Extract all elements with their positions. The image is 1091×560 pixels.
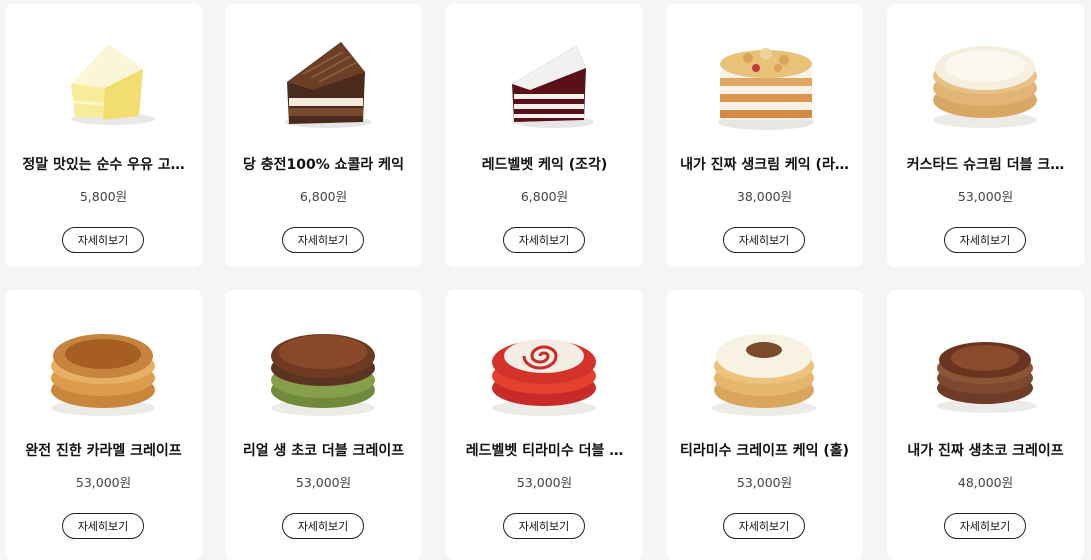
details-button[interactable]: 자세히보기 bbox=[62, 513, 144, 539]
product-name[interactable]: 리얼 생 초코 더블 크레이프 bbox=[235, 440, 412, 460]
details-button[interactable]: 자세히보기 bbox=[723, 227, 805, 253]
product-price: 53,000원 bbox=[516, 475, 573, 490]
red-velvet-tiramisu-crepe-image[interactable] bbox=[484, 310, 604, 422]
product-price: 53,000원 bbox=[736, 475, 793, 490]
product-name[interactable]: 당 충전100% 쇼콜라 케익 bbox=[235, 154, 412, 174]
chocolate-cake-slice-image[interactable] bbox=[263, 24, 383, 136]
product-price: 6,800원 bbox=[299, 189, 348, 204]
product-card[interactable]: 레드벨벳 티라미수 더블 … 53,000원 자세히보기 bbox=[446, 290, 643, 560]
product-card[interactable]: 티라미수 크레이프 케익 (홀) 53,000원 자세히보기 bbox=[666, 290, 863, 560]
choco-crepe-cake-image[interactable] bbox=[925, 310, 1045, 422]
product-card[interactable]: 완전 진한 카라멜 크레이프 53,000원 자세히보기 bbox=[5, 290, 202, 560]
product-card[interactable]: 당 충전100% 쇼콜라 케익 6,800원 자세히보기 bbox=[225, 4, 422, 267]
product-name[interactable]: 커스타드 슈크림 더블 크… bbox=[897, 154, 1074, 174]
cream-crumble-cake-image[interactable] bbox=[704, 24, 824, 136]
details-button[interactable]: 자세히보기 bbox=[503, 227, 585, 253]
product-grid: 정말 맛있는 순수 우유 고… 5,800원 자세히보기 당 충전100% 쇼콜… bbox=[0, 0, 1091, 560]
details-button[interactable]: 자세히보기 bbox=[944, 513, 1026, 539]
product-name[interactable]: 레드벨벳 케익 (조각) bbox=[456, 154, 633, 174]
product-card[interactable]: 커스타드 슈크림 더블 크… 53,000원 자세히보기 bbox=[887, 4, 1084, 267]
product-price: 38,000원 bbox=[736, 189, 793, 204]
details-button[interactable]: 자세히보기 bbox=[282, 513, 364, 539]
product-name[interactable]: 내가 진짜 생크림 케익 (라… bbox=[676, 154, 853, 174]
product-name[interactable]: 완전 진한 카라멜 크레이프 bbox=[15, 440, 192, 460]
custard-crepe-cake-image[interactable] bbox=[925, 24, 1045, 136]
details-button[interactable]: 자세히보기 bbox=[282, 227, 364, 253]
details-button[interactable]: 자세히보기 bbox=[723, 513, 805, 539]
product-name[interactable]: 레드벨벳 티라미수 더블 … bbox=[456, 440, 633, 460]
product-price: 53,000원 bbox=[75, 475, 132, 490]
red-velvet-slice-image[interactable] bbox=[484, 24, 604, 136]
product-price: 5,800원 bbox=[79, 189, 128, 204]
product-name[interactable]: 정말 맛있는 순수 우유 고… bbox=[15, 154, 192, 174]
product-price: 48,000원 bbox=[957, 475, 1014, 490]
product-name[interactable]: 티라미수 크레이프 케익 (홀) bbox=[676, 440, 853, 460]
product-price: 53,000원 bbox=[957, 189, 1014, 204]
product-card[interactable]: 레드벨벳 케익 (조각) 6,800원 자세히보기 bbox=[446, 4, 643, 267]
details-button[interactable]: 자세히보기 bbox=[62, 227, 144, 253]
tiramisu-crepe-cake-image[interactable] bbox=[704, 310, 824, 422]
details-button[interactable]: 자세히보기 bbox=[503, 513, 585, 539]
choco-double-crepe-image[interactable] bbox=[263, 310, 383, 422]
product-name[interactable]: 내가 진짜 생초코 크레이프 bbox=[897, 440, 1074, 460]
product-card[interactable]: 정말 맛있는 순수 우유 고… 5,800원 자세히보기 bbox=[5, 4, 202, 267]
details-button[interactable]: 자세히보기 bbox=[944, 227, 1026, 253]
product-card[interactable]: 내가 진짜 생초코 크레이프 48,000원 자세히보기 bbox=[887, 290, 1084, 560]
product-card[interactable]: 내가 진짜 생크림 케익 (라… 38,000원 자세히보기 bbox=[666, 4, 863, 267]
cheesecake-slice-image[interactable] bbox=[43, 24, 163, 136]
product-price: 53,000원 bbox=[295, 475, 352, 490]
product-card[interactable]: 리얼 생 초코 더블 크레이프 53,000원 자세히보기 bbox=[225, 290, 422, 560]
caramel-crepe-cake-image[interactable] bbox=[43, 310, 163, 422]
product-price: 6,800원 bbox=[520, 189, 569, 204]
